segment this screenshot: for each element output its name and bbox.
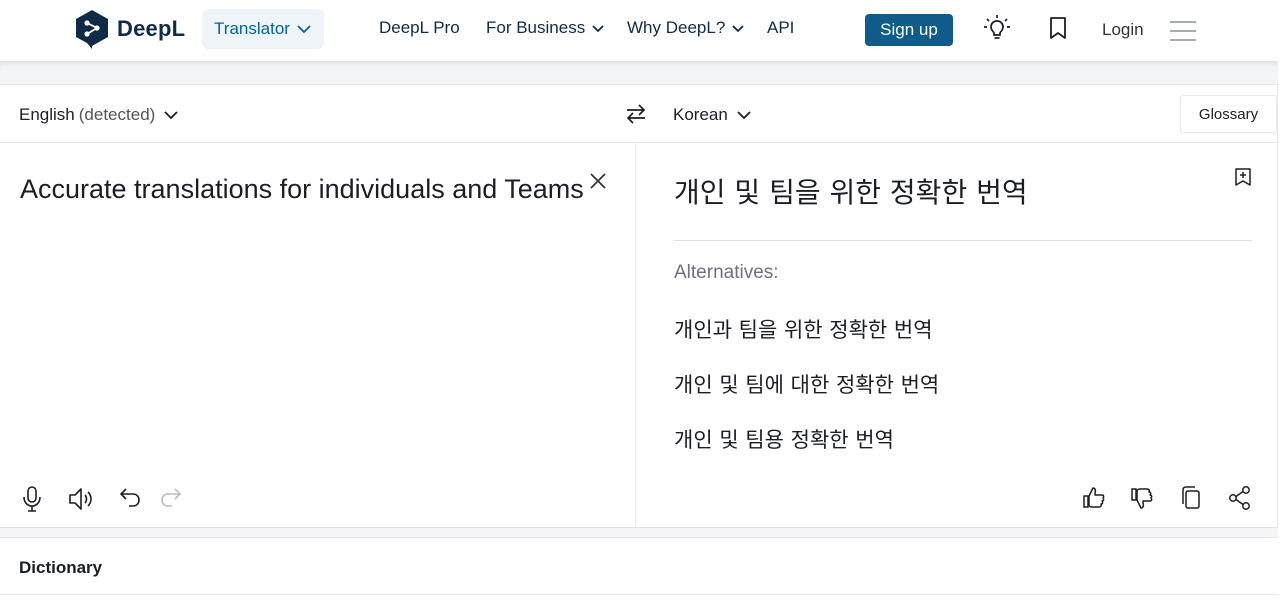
target-language-selector[interactable]: Korean (673, 105, 752, 125)
section-gap (0, 528, 1278, 537)
add-to-glossary-button[interactable] (1234, 167, 1252, 192)
translation-output[interactable]: 개인 및 팀을 위한 정확한 번역 (674, 171, 1028, 211)
bookmark-icon[interactable] (1048, 16, 1068, 40)
close-icon (590, 173, 606, 189)
chevron-down-icon (164, 111, 178, 120)
chevron-down-icon (732, 24, 744, 32)
alternative-item[interactable]: 개인과 팀을 위한 정확한 번역 (674, 314, 933, 344)
hamburger-menu-icon[interactable] (1169, 20, 1197, 42)
undo-icon[interactable] (118, 485, 142, 509)
deepl-logo[interactable]: DeepL (75, 8, 185, 50)
top-navigation-bar: DeepL Translator DeepL Pro For Business … (0, 0, 1280, 61)
microphone-icon[interactable] (22, 485, 42, 513)
dictionary-title: Dictionary (19, 558, 103, 577)
chevron-down-icon (737, 111, 751, 120)
swap-languages-button[interactable] (624, 103, 648, 130)
source-text-input[interactable]: Accurate translations for individuals an… (20, 174, 584, 205)
nav-why-deepl-label: Why DeepL? (627, 18, 726, 37)
nav-for-business-label: For Business (486, 18, 586, 37)
swap-arrows-icon (626, 104, 646, 124)
nav-deepl-pro-label: DeepL Pro (379, 18, 460, 37)
target-language: Korean (673, 105, 728, 124)
login-link[interactable]: Login (1102, 20, 1144, 40)
chevron-down-icon (297, 25, 311, 34)
bookmark-plus-icon (1235, 168, 1251, 186)
source-language-selector[interactable]: English (detected) (19, 105, 179, 125)
thumbs-up-icon[interactable] (1082, 485, 1106, 511)
thumbs-down-icon[interactable] (1130, 485, 1154, 511)
brand-name: DeepL (117, 16, 186, 41)
page-bottom (0, 595, 1280, 611)
nav-for-business[interactable]: For Business (486, 18, 605, 38)
translator-label: Translator (214, 19, 290, 38)
alternative-item[interactable]: 개인 및 팀에 대한 정확한 번역 (674, 369, 939, 399)
lightbulb-icon[interactable] (984, 14, 1010, 42)
nav-api[interactable]: API (767, 18, 794, 38)
redo-icon[interactable] (159, 485, 183, 509)
glossary-button[interactable]: Glossary (1180, 95, 1277, 133)
nav-api-label: API (767, 18, 795, 37)
speaker-icon[interactable] (67, 485, 95, 513)
source-language: English (19, 105, 75, 124)
nav-why-deepl[interactable]: Why DeepL? (627, 18, 745, 38)
alternative-item[interactable]: 개인 및 팀용 정확한 번역 (674, 424, 894, 454)
alternatives-label: Alternatives: (674, 262, 779, 283)
sign-up-button[interactable]: Sign up (865, 14, 953, 46)
panel-divider (635, 143, 636, 528)
nav-deepl-pro[interactable]: DeepL Pro (379, 18, 460, 38)
chevron-down-icon (592, 24, 604, 32)
share-icon[interactable] (1228, 485, 1252, 511)
dictionary-section[interactable]: Dictionary (0, 537, 1278, 595)
clear-text-button[interactable] (588, 171, 608, 196)
alternatives-divider (674, 240, 1252, 241)
copy-icon[interactable] (1180, 485, 1202, 511)
translator-panel: English (detected) Korean Glossary Accur… (0, 84, 1278, 528)
source-detected-label: (detected) (78, 105, 156, 124)
translator-dropdown[interactable]: Translator (202, 9, 324, 49)
language-bar: English (detected) Korean Glossary (0, 85, 1277, 143)
deepl-logo-icon (76, 10, 108, 49)
header-shadow (0, 61, 1278, 85)
